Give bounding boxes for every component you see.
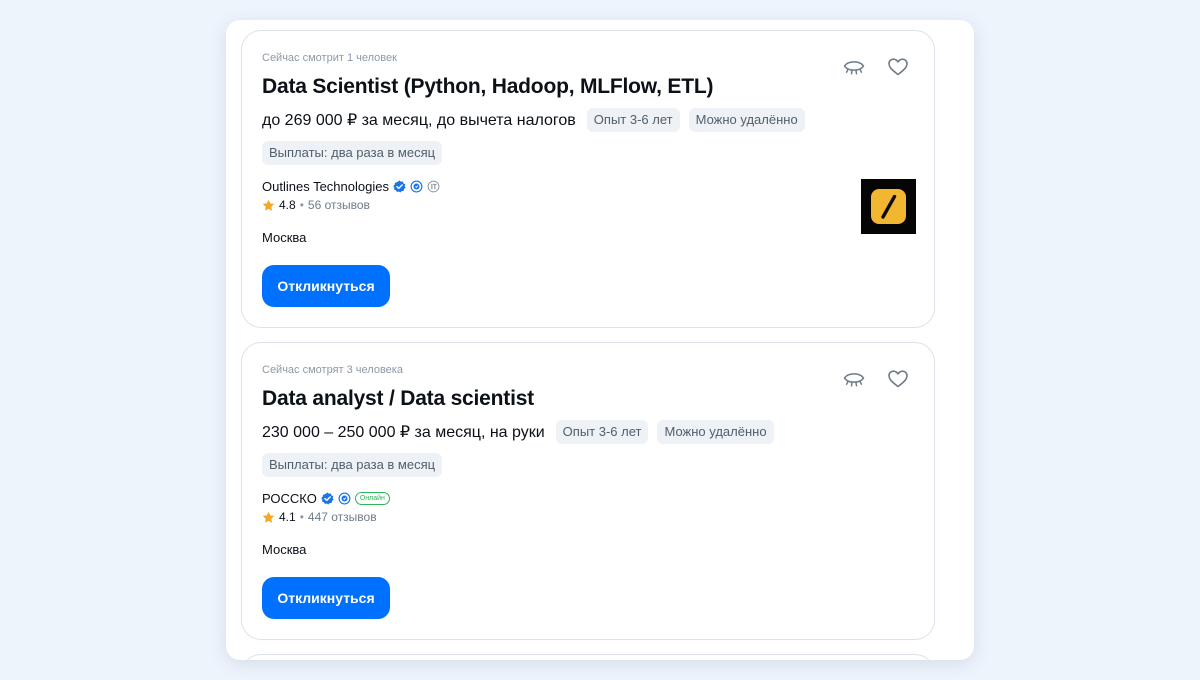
apply-button[interactable]: Откликнуться — [262, 577, 390, 619]
vacancy-card[interactable] — [241, 654, 935, 660]
apply-button[interactable]: Откликнуться — [262, 265, 390, 307]
payments-chip: Выплаты: два раза в месяц — [262, 453, 443, 477]
rating-row: 4.1 • 447 отзывов — [262, 510, 377, 524]
trusted-employer-icon — [338, 492, 351, 505]
salary: 230 000 – 250 000 ₽ за месяц, на руки — [262, 424, 545, 441]
payments-row: Выплаты: два раза в месяц — [262, 453, 443, 477]
salary: до 269 000 ₽ за месяц, до вычета налогов — [262, 112, 576, 129]
experience-chip: Опыт 3-6 лет — [586, 108, 680, 132]
payments-chip: Выплаты: два раза в месяц — [262, 141, 443, 165]
viewers-count: Сейчас смотрит 1 человек — [262, 52, 397, 64]
remote-chip: Можно удалённо — [657, 420, 774, 444]
vacancy-card[interactable]: Сейчас смотрит 1 человек Data Scientist … — [241, 30, 935, 328]
vacancy-title[interactable]: Data analyst / Data scientist — [262, 387, 534, 411]
verified-icon — [321, 492, 334, 505]
verified-icon — [393, 180, 406, 193]
online-badge: Онлайн — [354, 492, 390, 505]
remote-chip: Можно удалённо — [688, 108, 805, 132]
trusted-employer-icon — [410, 180, 423, 193]
outlines-logo-icon — [871, 189, 906, 224]
star-icon — [262, 511, 275, 523]
vacancy-list-panel: Сейчас смотрит 1 человек Data Scientist … — [226, 20, 974, 660]
rating-separator: • — [299, 510, 304, 524]
favorite-heart-icon[interactable] — [887, 369, 909, 389]
salary-row: 230 000 – 250 000 ₽ за месяц, на руки Оп… — [262, 419, 774, 445]
reviews-link[interactable]: 447 отзывов — [308, 510, 377, 524]
vacancy-title[interactable]: Data Scientist (Python, Hadoop, MLFlow, … — [262, 75, 713, 99]
company-row: РОССКО Онлайн — [262, 491, 390, 506]
star-icon — [262, 199, 275, 211]
salary-row: до 269 000 ₽ за месяц, до вычета налогов… — [262, 107, 805, 133]
favorite-heart-icon[interactable] — [887, 57, 909, 77]
accredited-it-icon — [427, 180, 440, 193]
city: Москва — [262, 542, 307, 557]
reviews-link[interactable]: 56 отзывов — [308, 198, 370, 212]
hide-vacancy-icon[interactable] — [842, 369, 866, 389]
company-row: Outlines Technologies — [262, 179, 440, 194]
rating-value: 4.1 — [279, 510, 296, 524]
vacancy-card[interactable]: Сейчас смотрят 3 человека Data analyst /… — [241, 342, 935, 640]
hide-vacancy-icon[interactable] — [842, 57, 866, 77]
rating-value: 4.8 — [279, 198, 296, 212]
rating-row: 4.8 • 56 отзывов — [262, 198, 370, 212]
experience-chip: Опыт 3-6 лет — [555, 420, 649, 444]
company-name[interactable]: РОССКО — [262, 491, 317, 506]
city: Москва — [262, 230, 307, 245]
rating-separator: • — [299, 198, 304, 212]
viewers-count: Сейчас смотрят 3 человека — [262, 364, 403, 376]
company-name[interactable]: Outlines Technologies — [262, 179, 389, 194]
payments-row: Выплаты: два раза в месяц — [262, 141, 443, 165]
company-logo[interactable] — [861, 179, 916, 234]
